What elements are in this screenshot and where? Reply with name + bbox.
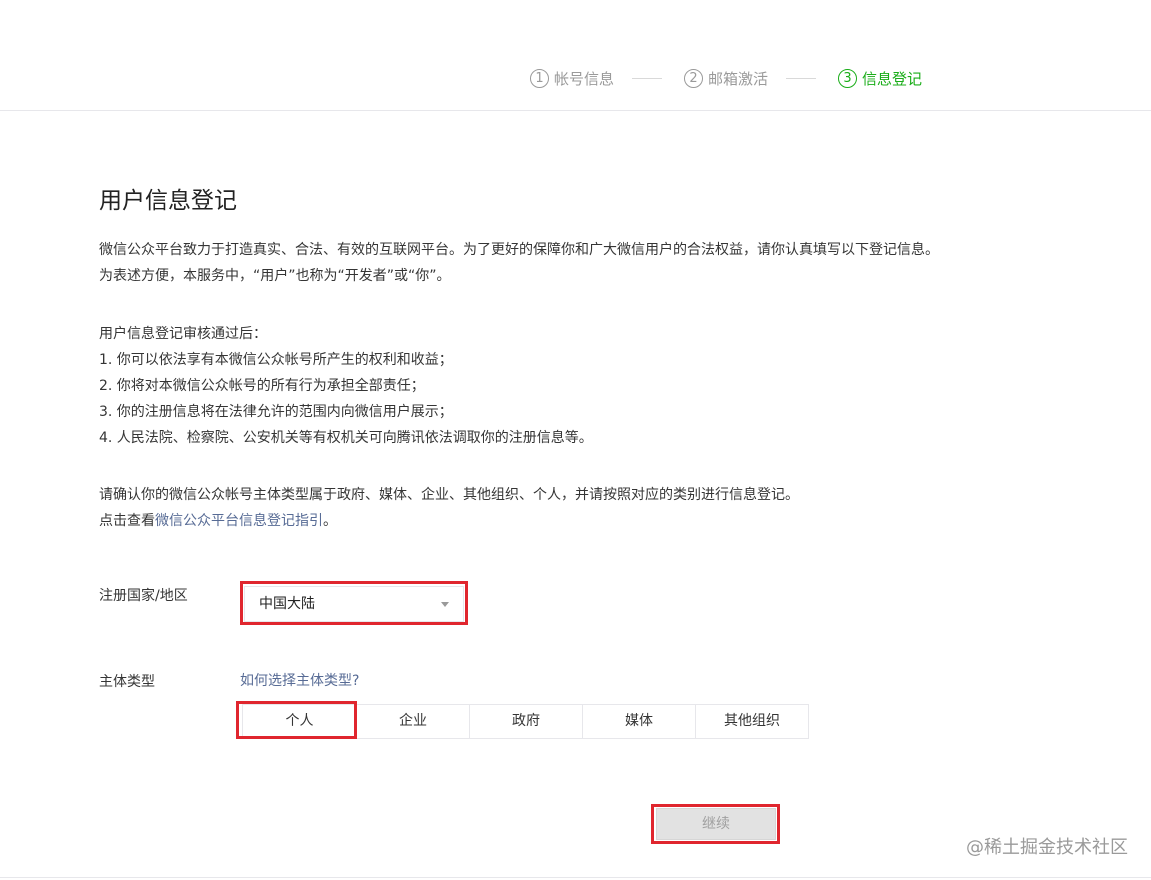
benefit-item: 3. 你的注册信息将在法律允许的范围内向微信用户展示； — [99, 404, 453, 420]
step-email-activation: 2 邮箱激活 — [684, 68, 768, 89]
top-header: 1 帐号信息 2 邮箱激活 3 信息登记 — [0, 0, 1151, 111]
region-label: 注册国家/地区 — [99, 588, 188, 604]
step-divider — [786, 78, 817, 79]
entity-option-government[interactable]: 政府 — [469, 705, 582, 738]
region-select-value: 中国大陆 — [259, 596, 315, 612]
chevron-down-icon — [441, 602, 449, 607]
step-label: 信息登记 — [862, 70, 923, 88]
intro-paragraph: 微信公众平台致力于打造真实、合法、有效的互联网平台。为了更好的保障你和广大微信用… — [99, 237, 939, 289]
step-number: 2 — [684, 69, 704, 88]
step-divider — [632, 78, 663, 79]
continue-button[interactable]: 继续 — [656, 808, 776, 840]
entity-option-other-org[interactable]: 其他组织 — [695, 705, 808, 738]
step-account-info: 1 帐号信息 — [530, 68, 614, 89]
entity-type-help-link[interactable]: 如何选择主体类型? — [240, 670, 359, 690]
step-label: 帐号信息 — [554, 70, 615, 88]
step-number: 3 — [838, 69, 858, 88]
entity-option-enterprise[interactable]: 企业 — [356, 705, 469, 738]
intro-line-2: 为表述方便，本服务中，“用户”也称为“开发者”或“你”。 — [99, 268, 451, 284]
step-number: 1 — [530, 69, 549, 88]
confirm-paragraph: 请确认你的微信公众帐号主体类型属于政府、媒体、企业、其他组织、个人，并请按照对应… — [99, 482, 799, 534]
intro-line-1: 微信公众平台致力于打造真实、合法、有效的互联网平台。为了更好的保障你和广大微信用… — [99, 242, 939, 258]
benefit-item: 4. 人民法院、检察院、公安机关等有权机关可向腾讯依法调取你的注册信息等。 — [99, 430, 593, 446]
entity-type-options: 个人 企业 政府 媒体 其他组织 — [242, 704, 809, 739]
benefit-item: 1. 你可以依法享有本微信公众帐号所产生的权利和收益； — [99, 352, 453, 368]
entity-option-individual[interactable]: 个人 — [243, 705, 356, 738]
page-title: 用户信息登记 — [99, 188, 237, 214]
entity-option-media[interactable]: 媒体 — [582, 705, 695, 738]
bottom-divider — [0, 877, 1151, 878]
benefits-heading: 用户信息登记审核通过后： — [99, 326, 267, 342]
benefits-paragraph: 用户信息登记审核通过后： 1. 你可以依法享有本微信公众帐号所产生的权利和收益；… — [99, 321, 593, 451]
watermark: @稀土掘金技术社区 — [966, 837, 1128, 858]
step-label: 邮箱激活 — [708, 70, 769, 88]
registration-guide-link[interactable]: 微信公众平台信息登记指引 — [155, 513, 323, 529]
step-info-registration: 3 信息登记 — [838, 68, 922, 89]
confirm-prefix: 点击查看 — [99, 513, 155, 529]
progress-steps: 1 帐号信息 2 邮箱激活 3 信息登记 — [530, 68, 922, 89]
confirm-suffix: 。 — [323, 513, 337, 529]
benefit-item: 2. 你将对本微信公众帐号的所有行为承担全部责任； — [99, 378, 425, 394]
entity-type-label: 主体类型 — [99, 674, 155, 690]
region-select[interactable]: 中国大陆 — [244, 586, 464, 622]
confirm-line-1: 请确认你的微信公众帐号主体类型属于政府、媒体、企业、其他组织、个人，并请按照对应… — [99, 487, 799, 503]
